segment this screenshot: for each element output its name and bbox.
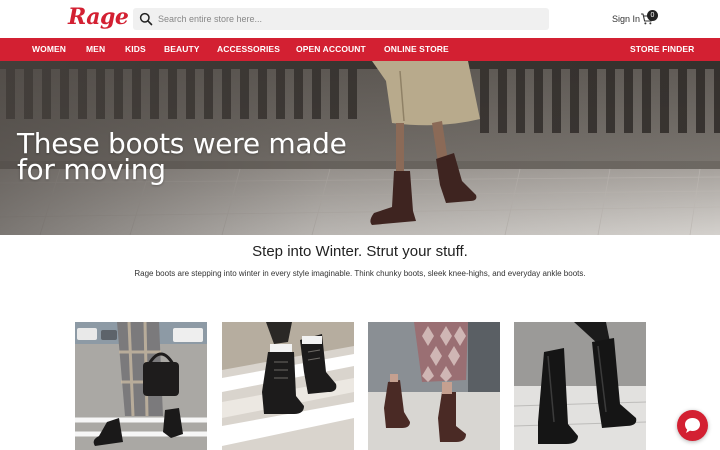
main-nav: WOMEN MEN KIDS BEAUTY ACCESSORIES OPEN A… xyxy=(0,38,720,61)
nav-item-beauty[interactable]: BEAUTY xyxy=(164,38,200,61)
nav-item-men[interactable]: MEN xyxy=(86,38,105,61)
nav-item-open-account[interactable]: OPEN ACCOUNT xyxy=(296,38,366,61)
hero-banner[interactable]: These boots were made for moving xyxy=(0,61,720,235)
sign-in-link[interactable]: Sign In xyxy=(612,14,640,24)
search-icon[interactable] xyxy=(139,12,153,26)
intro-paragraph: Rage boots are stepping into winter in e… xyxy=(134,269,586,278)
chat-button[interactable] xyxy=(677,410,708,441)
nav-item-accessories[interactable]: ACCESSORIES xyxy=(217,38,280,61)
site-header: Rage Sign In 0 xyxy=(0,0,720,38)
product-image-lace-up-boots xyxy=(222,322,354,450)
product-image-knee-high-boots xyxy=(514,322,646,450)
nav-item-store-finder[interactable]: STORE FINDER xyxy=(630,38,694,61)
product-tile-2[interactable] xyxy=(222,322,354,450)
search-bar[interactable] xyxy=(133,8,549,30)
cart-count-badge: 0 xyxy=(647,10,658,21)
product-image-argyle-skirt-boots xyxy=(368,322,500,450)
hero-headline: These boots were made for moving xyxy=(17,130,347,186)
hero-headline-line-2: for moving xyxy=(17,153,166,186)
product-tile-3[interactable] xyxy=(368,322,500,450)
nav-item-online-store[interactable]: ONLINE STORE xyxy=(384,38,449,61)
search-input[interactable] xyxy=(158,8,538,30)
product-image-plaid-coat-boots xyxy=(75,322,207,450)
intro-heading: Step into Winter. Strut your stuff. xyxy=(252,243,468,260)
chat-icon xyxy=(685,418,700,433)
product-tile-1[interactable] xyxy=(75,322,207,450)
nav-item-women[interactable]: WOMEN xyxy=(32,38,66,61)
product-tile-4[interactable] xyxy=(514,322,646,450)
rage-logo[interactable]: Rage xyxy=(68,4,129,30)
nav-item-kids[interactable]: KIDS xyxy=(125,38,146,61)
